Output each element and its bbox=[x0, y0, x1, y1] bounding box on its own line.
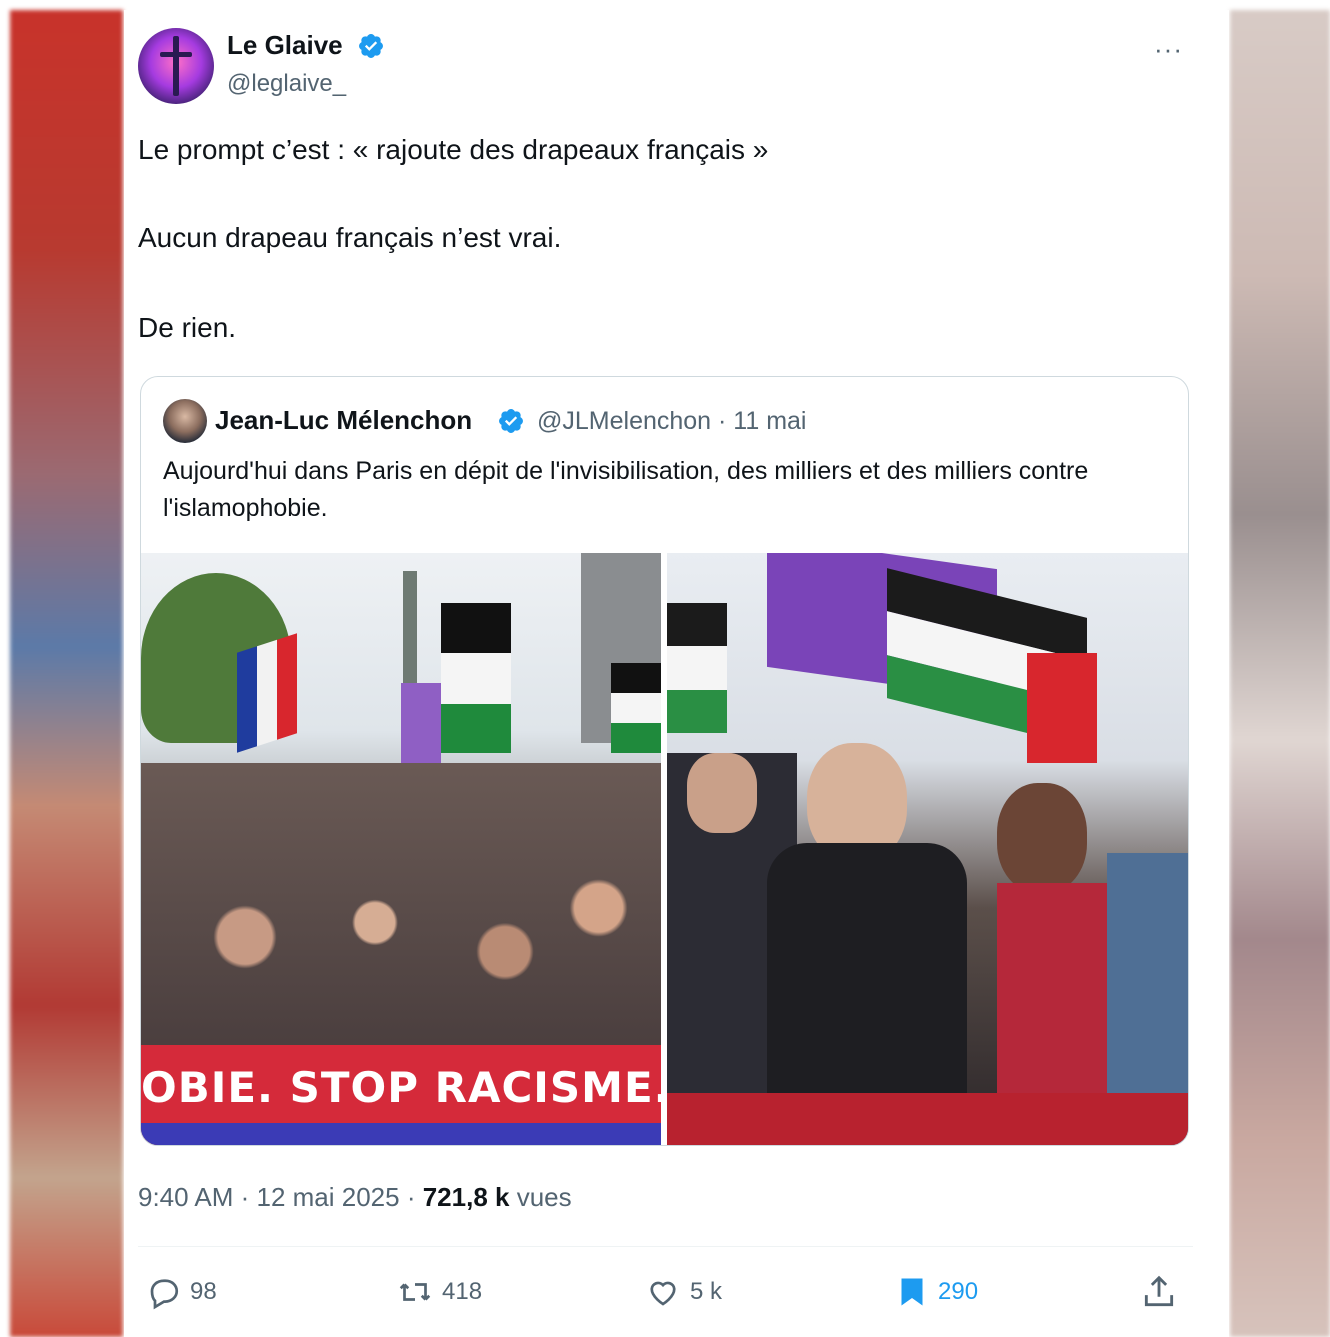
red-flag bbox=[1027, 653, 1097, 763]
view-count: 721,8 k bbox=[422, 1182, 510, 1212]
palestinian-flag-right bbox=[611, 663, 661, 753]
share-icon bbox=[1144, 1275, 1174, 1307]
background-blur-left bbox=[10, 10, 123, 1337]
crowd bbox=[141, 763, 661, 1053]
bookmark-button[interactable]: 290 bbox=[894, 1272, 978, 1312]
tweet-text-line-2: Aucun drapeau français n’est vrai. bbox=[138, 222, 562, 253]
reply-count: 98 bbox=[190, 1278, 217, 1305]
like-count: 5 k bbox=[690, 1278, 723, 1305]
share-button[interactable] bbox=[1140, 1272, 1186, 1312]
author-handle[interactable]: @leglaive_ bbox=[227, 70, 346, 98]
palestinian-flag-left bbox=[667, 603, 727, 733]
timestamp[interactable]: 9:40 AM · 12 mai 2025 · bbox=[138, 1182, 423, 1212]
sword-logo-icon bbox=[173, 36, 179, 96]
quoted-author-name[interactable]: Jean-Luc Mélenchon bbox=[215, 405, 472, 436]
like-icon bbox=[650, 1281, 676, 1306]
verified-badge-icon bbox=[359, 34, 383, 58]
tweet-meta: 9:40 AM · 12 mai 2025 · 721,8 k vues bbox=[138, 1182, 572, 1213]
banner-strip bbox=[141, 1123, 661, 1145]
avatar[interactable] bbox=[138, 28, 214, 104]
tweet-text-line-1: Le prompt c’est : « rajoute des drapeaux… bbox=[138, 134, 769, 165]
author-name[interactable]: Le Glaive bbox=[227, 30, 343, 61]
palestinian-flag bbox=[441, 603, 511, 753]
tweet-text-line-3: De rien. bbox=[138, 312, 237, 343]
background-blur-right bbox=[1230, 10, 1330, 1337]
like-button[interactable]: 5 k bbox=[644, 1272, 722, 1312]
divider bbox=[138, 1246, 1193, 1247]
reply-icon bbox=[150, 1279, 179, 1310]
repost-icon bbox=[399, 1283, 431, 1301]
protest-banner-right bbox=[667, 1093, 1188, 1145]
quoted-tweet[interactable]: Jean-Luc Mélenchon @JLMelenchon · 11 mai… bbox=[140, 376, 1189, 1146]
french-flag bbox=[237, 633, 297, 753]
face-right bbox=[997, 783, 1087, 893]
protest-banner: OBIE. STOP RACISME. bbox=[141, 1045, 661, 1145]
photo-crowd-left[interactable]: OBIE. STOP RACISME. bbox=[141, 553, 661, 1145]
face-left bbox=[687, 753, 757, 833]
quoted-avatar[interactable] bbox=[163, 399, 207, 443]
quoted-text: Aujourd'hui dans Paris en dépit de l'inv… bbox=[163, 457, 1089, 522]
quoted-meta: @JLMelenchon · 11 mai bbox=[537, 407, 807, 435]
bookmark-count: 290 bbox=[938, 1278, 979, 1305]
reply-button[interactable]: 98 bbox=[146, 1272, 217, 1312]
banner-text: OBIE. STOP RACISME. bbox=[141, 1063, 661, 1112]
sword-guard bbox=[160, 52, 192, 57]
repost-count: 418 bbox=[442, 1278, 483, 1305]
verified-badge-icon bbox=[499, 409, 523, 433]
photo-crowd-right[interactable] bbox=[667, 553, 1188, 1145]
tweet-card: Le Glaive @leglaive_ ··· Le prompt c’est… bbox=[124, 10, 1229, 1337]
views-label: vues bbox=[509, 1182, 572, 1212]
more-icon[interactable]: ··· bbox=[1154, 34, 1183, 65]
bookmark-icon bbox=[901, 1278, 923, 1306]
repost-button[interactable]: 418 bbox=[396, 1272, 482, 1312]
